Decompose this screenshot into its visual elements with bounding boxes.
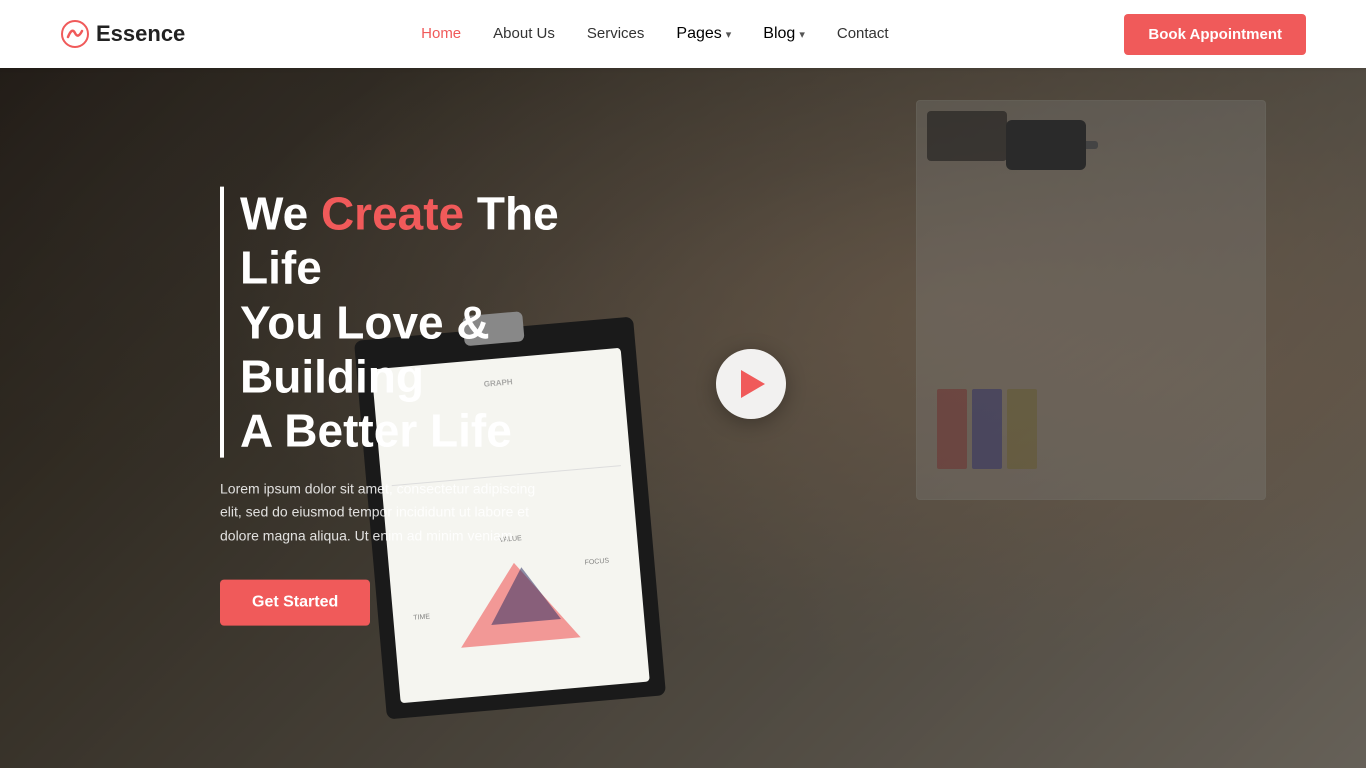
nav-item-blog[interactable]: Blog ▾ [763, 25, 805, 43]
projector-decoration [1006, 120, 1086, 170]
navbar: Essence Home About Us Services Pages ▾ B… [0, 0, 1366, 68]
nav-link-services[interactable]: Services [587, 25, 645, 42]
brand-name: Essence [96, 21, 185, 47]
hero-title-line2: You Love & Building [240, 296, 490, 402]
logo[interactable]: Essence [60, 19, 185, 49]
nav-link-contact[interactable]: Contact [837, 25, 889, 42]
hero-content: We Create The Life You Love & Building A… [220, 187, 640, 626]
hero-overlay [0, 0, 1366, 768]
book-appointment-button[interactable]: Book Appointment [1124, 14, 1306, 55]
get-started-button[interactable]: Get Started [220, 579, 370, 625]
hero-title-line3: A Better Life [240, 405, 512, 457]
nav-link-about[interactable]: About Us [493, 25, 555, 42]
hero-section: GRAPH FOCUS TIME VALUE We Create The Lif… [0, 0, 1366, 768]
hero-title-wrapper: We Create The Life You Love & Building A… [220, 187, 640, 458]
hero-title-prefix: We [240, 188, 321, 240]
nav-link-home[interactable]: Home [421, 25, 461, 42]
nav-links: Home About Us Services Pages ▾ Blog ▾ Co… [421, 25, 888, 43]
hero-subtitle: Lorem ipsum dolor sit amet, consectetur … [220, 478, 560, 547]
nav-link-pages[interactable]: Pages ▾ [676, 25, 731, 43]
nav-item-about[interactable]: About Us [493, 25, 555, 43]
blog-chevron-icon: ▾ [799, 28, 805, 41]
nav-link-blog[interactable]: Blog ▾ [763, 25, 805, 43]
nav-item-contact[interactable]: Contact [837, 25, 889, 43]
nav-item-pages[interactable]: Pages ▾ [676, 25, 731, 43]
play-button[interactable] [716, 349, 786, 419]
nav-item-home[interactable]: Home [421, 25, 461, 43]
hero-title-highlight: Create [321, 188, 464, 240]
logo-icon [60, 19, 90, 49]
hero-title: We Create The Life You Love & Building A… [240, 187, 640, 458]
play-icon [741, 370, 765, 398]
pages-chevron-icon: ▾ [726, 28, 732, 41]
nav-item-services[interactable]: Services [587, 25, 645, 43]
